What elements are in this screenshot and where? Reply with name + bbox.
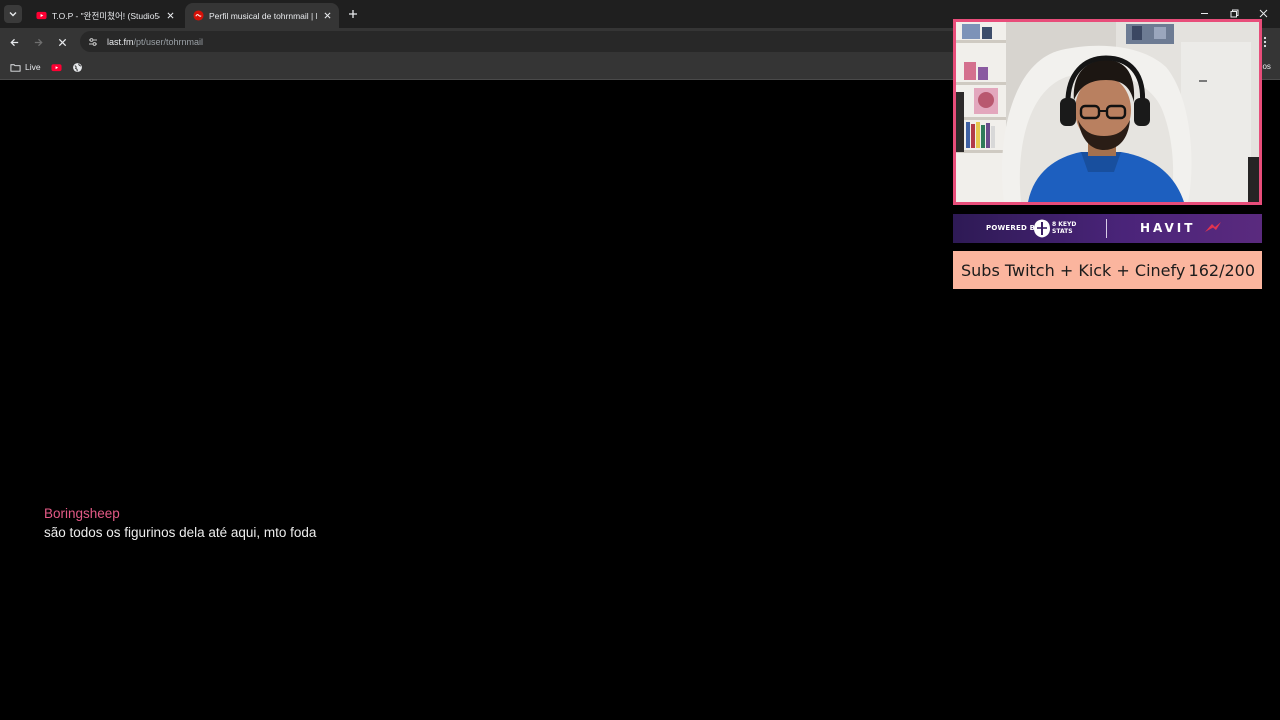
- site-info-icon[interactable]: [87, 36, 99, 48]
- sub-goal-label: Subs Twitch + Kick + Cinefy: [961, 260, 1186, 280]
- webcam-feed: [953, 19, 1262, 205]
- sponsor-brand-keyd: 8 KEYD STATS: [1052, 221, 1077, 235]
- url-path: /pt/user/tohrnmail: [133, 36, 204, 47]
- plus-icon: [349, 10, 357, 18]
- url-host: last.fm: [107, 36, 134, 47]
- bookmark-globe[interactable]: [71, 60, 87, 74]
- tab-youtube[interactable]: T.O.P - "완전미쳤어! (Studio54): [28, 3, 182, 28]
- sub-goal-count: 162/200: [1188, 260, 1255, 280]
- powered-by-label: POWERED BY: [986, 224, 1041, 232]
- tab-title: T.O.P - "완전미쳤어! (Studio54): [52, 10, 160, 21]
- minimize-button[interactable]: [1197, 6, 1211, 20]
- bookmark-youtube[interactable]: [50, 60, 66, 74]
- tab-title: Perfil musical de tohrnmail | Last.fm: [209, 10, 317, 21]
- arrow-right-icon: [34, 38, 43, 46]
- tab-close-icon[interactable]: [321, 10, 333, 22]
- close-icon: [58, 38, 66, 46]
- sub-goal-bar: Subs Twitch + Kick + Cinefy 162/200: [953, 251, 1262, 289]
- stop-loading-button[interactable]: [54, 34, 70, 50]
- tab-close-icon[interactable]: [164, 10, 176, 22]
- havit-logo-icon: [1205, 222, 1221, 232]
- close-window-button[interactable]: [1256, 6, 1270, 20]
- webcam-image: [956, 22, 1259, 202]
- minimize-icon: [1200, 12, 1208, 14]
- chevron-down-icon: [9, 12, 17, 17]
- bookmark-label: Live: [25, 62, 41, 72]
- more-vertical-icon: [1263, 36, 1267, 48]
- sponsor-divider: [1106, 219, 1107, 238]
- folder-icon: [9, 61, 21, 73]
- bookmark-folder-live[interactable]: Live: [9, 60, 41, 74]
- url-text: last.fm/pt/user/tohrnmail: [107, 37, 203, 47]
- tab-lastfm[interactable]: Perfil musical de tohrnmail | Last.fm: [185, 3, 339, 28]
- tab-search-button[interactable]: [4, 5, 22, 23]
- close-icon: [1259, 9, 1267, 17]
- chat-message-text: são todos os figurinos dela até aqui, mt…: [44, 525, 317, 540]
- sponsor-banner: POWERED BY 8 KEYD STATS HAVIT: [953, 214, 1262, 243]
- helmet-logo-icon: [1034, 219, 1050, 238]
- chat-username: Boringsheep: [44, 506, 120, 521]
- youtube-icon: [50, 61, 62, 73]
- new-tab-button[interactable]: [346, 7, 360, 21]
- back-button[interactable]: [6, 34, 22, 50]
- youtube-icon: [36, 10, 47, 21]
- chat-message: Boringsheep são todos os figurinos dela …: [44, 506, 316, 540]
- globe-icon: [71, 61, 83, 73]
- sponsor-brand-havit: HAVIT: [1140, 221, 1196, 235]
- forward-button[interactable]: [30, 34, 46, 50]
- arrow-left-icon: [9, 38, 18, 46]
- lastfm-icon: [193, 10, 204, 21]
- restore-button[interactable]: [1227, 6, 1241, 20]
- restore-icon: [1230, 9, 1238, 17]
